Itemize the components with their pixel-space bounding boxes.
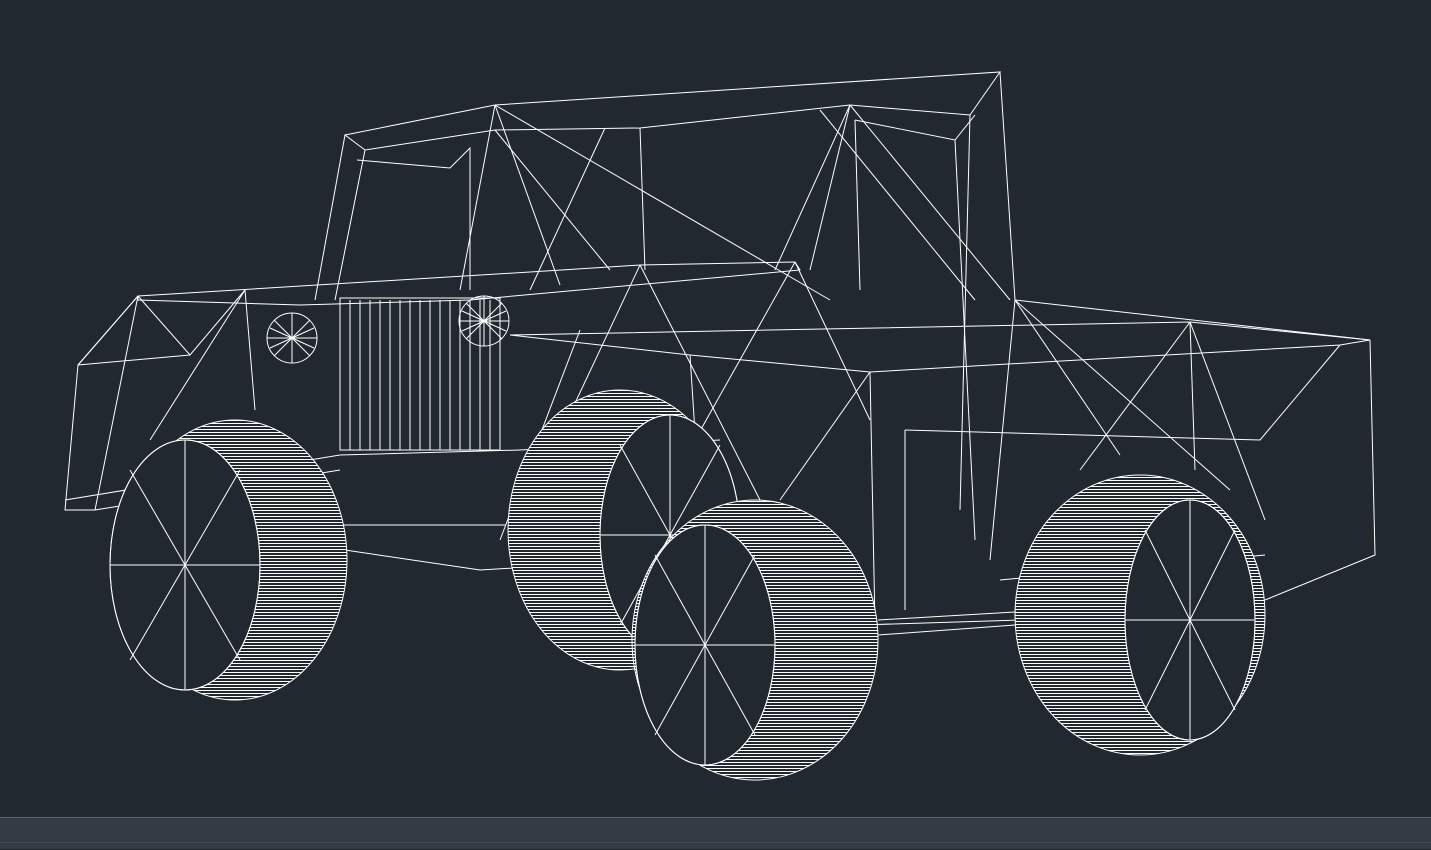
front-left-wheel (109, 419, 348, 701)
wireframe-drawing (64, 71, 1376, 781)
command-line-divider (0, 842, 1431, 843)
rear-right-wheel (631, 499, 879, 781)
rear-left-wheel (1014, 474, 1266, 756)
drawing-viewport[interactable] (0, 0, 1431, 817)
command-line-bar[interactable] (0, 817, 1431, 849)
command-prompt-icon (18, 844, 64, 850)
